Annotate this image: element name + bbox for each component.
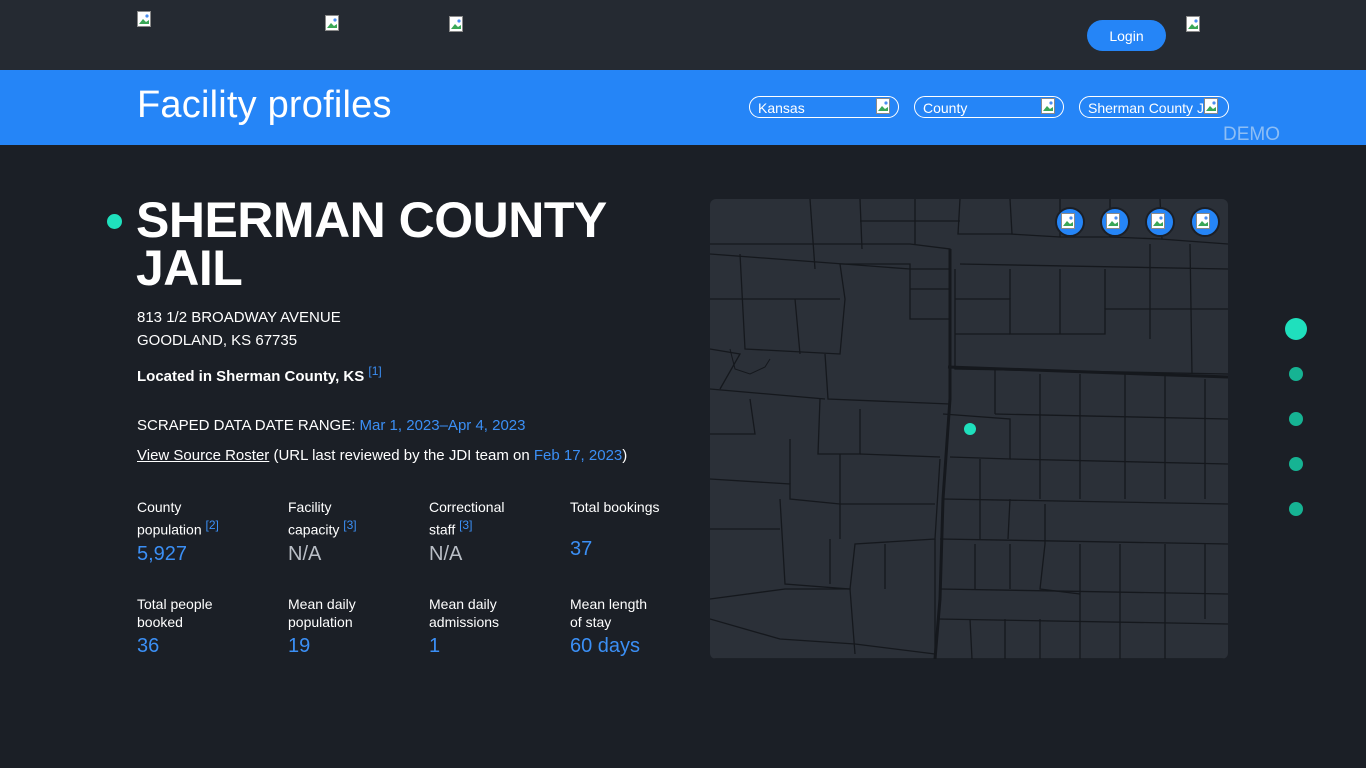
stat-correctional-staff: Correctional staff [3] N/A bbox=[429, 498, 569, 566]
stat-mean-daily-population: Mean daily population 19 bbox=[288, 595, 428, 658]
map-control-button-2[interactable] bbox=[1100, 207, 1130, 237]
facility-type-select[interactable]: County bbox=[914, 96, 1064, 118]
stat-label-line2: staff bbox=[429, 521, 456, 538]
facility-name: SHERMAN COUNTY JAIL bbox=[136, 192, 606, 296]
dropdown-arrow-icon bbox=[1041, 98, 1057, 117]
stat-label-line1: Facility bbox=[288, 499, 332, 515]
reference-link-2[interactable]: [2] bbox=[206, 518, 219, 532]
section-nav-dot-2[interactable] bbox=[1289, 367, 1303, 381]
page-header-banner: Facility profiles Kansas County Sherman … bbox=[0, 70, 1366, 145]
nav-link-image-2[interactable] bbox=[449, 16, 465, 32]
reference-link-3[interactable]: [3] bbox=[459, 518, 472, 532]
map-control-button-1[interactable] bbox=[1055, 207, 1085, 237]
reference-link-3[interactable]: [3] bbox=[343, 518, 356, 532]
menu-icon[interactable] bbox=[1186, 16, 1202, 32]
facility-status-dot bbox=[107, 214, 122, 229]
facility-location-marker[interactable] bbox=[964, 423, 976, 435]
stat-label-line2: admissions bbox=[429, 614, 500, 630]
dropdown-arrow-icon bbox=[876, 98, 892, 117]
located-text: Located in Sherman County, KS bbox=[137, 368, 365, 385]
stat-value: 1 bbox=[429, 635, 441, 657]
stat-value: 19 bbox=[288, 635, 311, 657]
nav-link-image-1[interactable] bbox=[325, 15, 341, 31]
stat-label: Mean daily population bbox=[288, 595, 428, 631]
stat-total-bookings: Total bookings 37 bbox=[570, 498, 710, 561]
logo-image[interactable] bbox=[137, 11, 153, 27]
dropdown-arrow-icon bbox=[1204, 98, 1220, 117]
view-source-roster-link[interactable]: View Source Roster bbox=[137, 447, 269, 464]
facility-select[interactable]: Sherman County J bbox=[1079, 96, 1229, 118]
scraped-date-range: SCRAPED DATA DATE RANGE: Mar 1, 2023–Apr… bbox=[137, 417, 526, 434]
facility-type-select-value: County bbox=[923, 100, 968, 116]
section-nav-dot-5[interactable] bbox=[1289, 502, 1303, 516]
stat-label-line2: population bbox=[137, 521, 202, 538]
stat-label: Correctional staff [3] bbox=[429, 498, 569, 539]
date-range-value: Mar 1, 2023–Apr 4, 2023 bbox=[359, 417, 526, 434]
stat-label: Mean length of stay bbox=[570, 595, 710, 631]
stat-value: 60 days bbox=[570, 635, 641, 657]
demo-badge: DEMO bbox=[1223, 124, 1280, 145]
stat-label-line1: Mean daily bbox=[288, 596, 356, 612]
map-layer-icon bbox=[1061, 213, 1077, 229]
facility-address: 813 1/2 BROADWAY AVENUE GOODLAND, KS 677… bbox=[137, 306, 341, 352]
stat-label: Total bookings bbox=[570, 498, 710, 534]
stat-label-line1: Total bookings bbox=[570, 499, 660, 515]
stat-label: Facility capacity [3] bbox=[288, 498, 428, 539]
county-map[interactable] bbox=[710, 199, 1228, 659]
stat-value: N/A bbox=[288, 542, 322, 565]
map-control-button-4[interactable] bbox=[1190, 207, 1220, 237]
page-title: Facility profiles bbox=[137, 84, 392, 126]
state-select[interactable]: Kansas bbox=[749, 96, 899, 118]
section-nav-dot-3[interactable] bbox=[1289, 412, 1303, 426]
stat-label-line1: County bbox=[137, 499, 182, 515]
map-control-button-3[interactable] bbox=[1145, 207, 1175, 237]
stat-value: 5,927 bbox=[137, 542, 188, 565]
stat-label-line1: Mean length bbox=[570, 596, 648, 612]
top-navigation: Login bbox=[0, 0, 1366, 70]
stat-mean-length-of-stay: Mean length of stay 60 days bbox=[570, 595, 710, 658]
map-layer-icon bbox=[1151, 213, 1167, 229]
stat-label-line2: booked bbox=[137, 614, 183, 630]
section-nav-dot-4[interactable] bbox=[1289, 457, 1303, 471]
address-line-1: 813 1/2 BROADWAY AVENUE bbox=[137, 309, 341, 326]
stat-label-line2: population bbox=[288, 614, 353, 630]
date-range-label: SCRAPED DATA DATE RANGE: bbox=[137, 417, 356, 434]
section-nav-dot-1[interactable] bbox=[1285, 318, 1307, 340]
stat-label: Total people booked bbox=[137, 595, 277, 631]
stat-label-line2: of stay bbox=[570, 614, 612, 630]
reference-link-1[interactable]: [1] bbox=[368, 364, 381, 378]
stat-facility-capacity: Facility capacity [3] N/A bbox=[288, 498, 428, 566]
roster-note: (URL last reviewed by the JDI team on bbox=[273, 447, 530, 464]
roster-note-close: ) bbox=[622, 447, 628, 464]
stat-total-people-booked: Total people booked 36 bbox=[137, 595, 277, 658]
located-in-county: Located in Sherman County, KS [1] bbox=[137, 364, 382, 385]
stat-value: N/A bbox=[429, 542, 463, 565]
roster-review-date: Feb 17, 2023 bbox=[533, 447, 623, 464]
login-button[interactable]: Login bbox=[1087, 20, 1166, 51]
facility-select-value: Sherman County J bbox=[1088, 100, 1204, 116]
stat-value: 37 bbox=[570, 538, 593, 560]
stat-label-line2: capacity bbox=[288, 521, 340, 538]
stat-value: 36 bbox=[137, 635, 160, 657]
stat-label-line1: Total people bbox=[137, 596, 213, 612]
stat-label-line1: Correctional bbox=[429, 499, 505, 515]
stat-label: County population [2] bbox=[137, 498, 277, 539]
stat-county-population: County population [2] 5,927 bbox=[137, 498, 277, 566]
map-layer-icon bbox=[1196, 213, 1212, 229]
address-line-2: GOODLAND, KS 67735 bbox=[137, 332, 298, 349]
stat-label-line1: Mean daily bbox=[429, 596, 497, 612]
source-roster-line: View Source Roster (URL last reviewed by… bbox=[137, 447, 627, 464]
state-select-value: Kansas bbox=[758, 100, 805, 116]
stat-mean-daily-admissions: Mean daily admissions 1 bbox=[429, 595, 569, 658]
map-layer-icon bbox=[1106, 213, 1122, 229]
stat-label: Mean daily admissions bbox=[429, 595, 569, 631]
